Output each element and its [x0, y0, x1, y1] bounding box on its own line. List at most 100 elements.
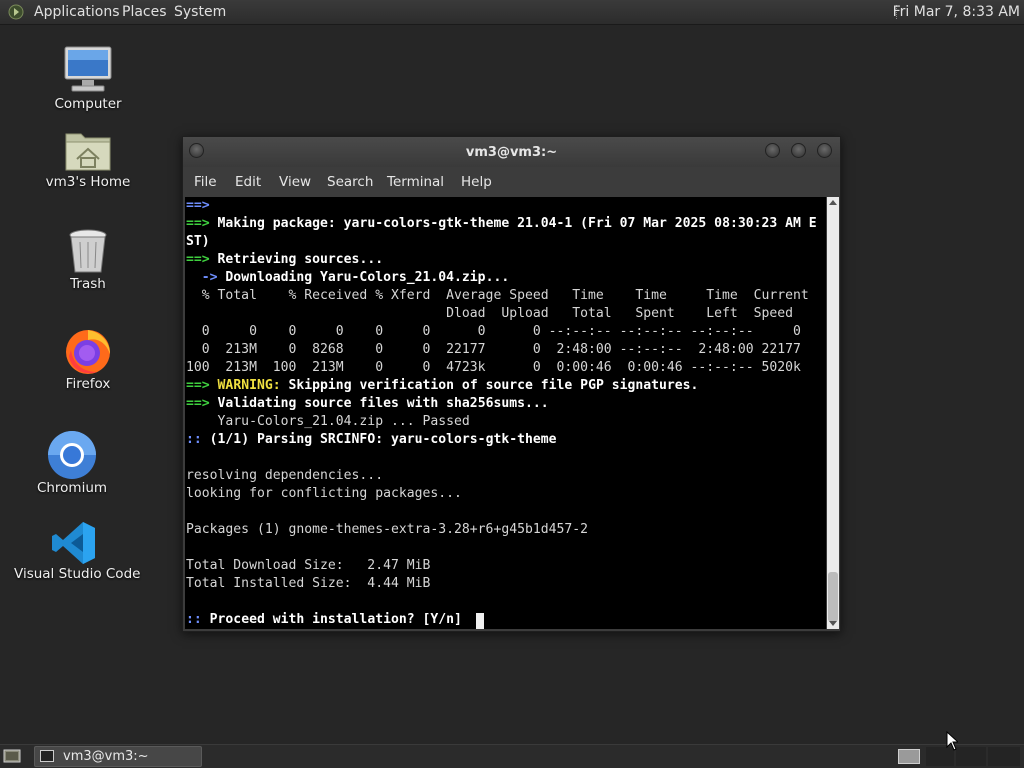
terminal-text: Packages (1) gnome-themes-extra-3.28+r6+…	[186, 522, 589, 537]
terminal-text: ==>	[186, 198, 210, 213]
vscode-icon	[52, 522, 95, 564]
terminal-line: ==>	[186, 197, 210, 215]
desktop-icon-vscode[interactable]: Visual Studio Code	[14, 520, 141, 582]
terminal-text: % Total % Received % Xferd Average Speed…	[186, 288, 809, 303]
taskbar-window-button[interactable]: vm3@vm3:~	[34, 746, 202, 767]
terminal-text: (1/1) Parsing SRCINFO: yaru-colors-gtk-t…	[209, 432, 557, 447]
terminal-line: 0 213M 0 8268 0 0 22177 0 2:48:00 --:--:…	[186, 341, 801, 359]
terminal-line: Packages (1) gnome-themes-extra-3.28+r6+…	[186, 521, 588, 539]
desktop-icon-label: Firefox	[65, 376, 111, 392]
terminal-line: :: (1/1) Parsing SRCINFO: yaru-colors-gt…	[186, 431, 557, 449]
desktop-icon-firefox[interactable]: Firefox	[48, 326, 128, 392]
terminal-line: ST)	[186, 233, 210, 251]
terminal-output[interactable]: ==> ==> Making package: yaru-colors-gtk-t…	[185, 197, 826, 629]
menu-applications[interactable]: Applications	[34, 4, 120, 20]
menu-help[interactable]: Help	[461, 174, 492, 190]
terminal-text: ->	[186, 270, 226, 285]
terminal-text: 100 213M 100 213M 0 0 4723k 0 0:00:46 0:…	[186, 360, 801, 375]
terminal-text: 0 0 0 0 0 0 0 0 --:--:-- --:--:-- --:--:…	[186, 324, 801, 339]
terminal-text: ST)	[186, 234, 210, 249]
menu-system[interactable]: System	[174, 4, 226, 20]
terminal-text: ::	[186, 432, 210, 447]
terminal-line: ==> Validating source files with sha256s…	[186, 395, 549, 413]
desktop-icon-trash[interactable]: Trash	[48, 228, 128, 292]
workspace-4[interactable]	[988, 747, 1020, 766]
terminal-text: Making package: yaru-colors-gtk-theme 21…	[217, 216, 817, 231]
desktop-icon-computer[interactable]: Computer	[48, 44, 128, 112]
applications-menu-icon[interactable]	[8, 4, 24, 20]
terminal-text: Total Download Size: 2.47 MiB	[186, 558, 431, 573]
terminal-line: Total Download Size: 2.47 MiB	[186, 557, 430, 575]
terminal-text: ==>	[186, 252, 218, 267]
terminal-line: :: Proceed with installation? [Y/n]	[186, 611, 470, 629]
terminal-menu-bar: File Edit View Search Terminal Help	[183, 167, 840, 195]
scroll-down-arrow-icon[interactable]	[829, 621, 837, 626]
terminal-text: Validating source files with sha256sums.…	[217, 396, 549, 411]
terminal-window[interactable]: vm3@vm3:~ File Edit View Search Terminal…	[182, 136, 841, 632]
terminal-icon	[40, 750, 54, 762]
text-cursor	[476, 613, 484, 629]
terminal-line: 0 0 0 0 0 0 0 0 --:--:-- --:--:-- --:--:…	[186, 323, 801, 341]
terminal-text: WARNING:	[217, 378, 281, 393]
terminal-scrollbar[interactable]	[827, 197, 839, 629]
desktop-icon-label: Computer	[54, 96, 122, 112]
desktop-icon-label: Trash	[70, 276, 106, 292]
menu-places[interactable]: Places	[122, 4, 167, 20]
terminal-line: Total Installed Size: 4.44 MiB	[186, 575, 430, 593]
mouse-pointer-icon	[946, 731, 958, 751]
terminal-text: Total Installed Size: 4.44 MiB	[186, 576, 431, 591]
terminal-text: looking for conflicting packages...	[186, 486, 462, 501]
scrollbar-thumb[interactable]	[828, 572, 838, 622]
desktop-icon-home[interactable]: vm3's Home	[38, 126, 138, 190]
chromium-icon	[48, 431, 96, 479]
terminal-text: 0 213M 0 8268 0 0 22177 0 2:48:00 --:--:…	[186, 342, 801, 357]
terminal-line: Yaru-Colors_21.04.zip ... Passed	[186, 413, 470, 431]
menu-search[interactable]: Search	[327, 174, 373, 190]
terminal-text: Proceed with installation? [Y/n]	[209, 612, 470, 627]
computer-icon	[64, 46, 112, 92]
minimize-button[interactable]	[765, 143, 780, 158]
close-button[interactable]	[817, 143, 832, 158]
top-panel: Applications Places System Fri Mar 7, 8:…	[0, 0, 1024, 25]
firefox-icon	[66, 330, 110, 374]
terminal-text: Skipping verification of source file PGP…	[280, 378, 699, 393]
trash-icon	[69, 229, 107, 273]
terminal-line: 100 213M 100 213M 0 0 4723k 0 0:00:46 0:…	[186, 359, 801, 377]
terminal-line: ==> Retrieving sources...	[186, 251, 383, 269]
menu-terminal[interactable]: Terminal	[387, 174, 444, 190]
terminal-line: Dload Upload Total Spent Left Speed	[186, 305, 793, 323]
desktop-icon-label: Visual Studio Code	[14, 566, 141, 582]
desktop-icon-label: vm3's Home	[45, 174, 131, 190]
desktop-icon-label: Chromium	[36, 480, 108, 496]
terminal-text: ==>	[186, 216, 218, 231]
scroll-up-arrow-icon[interactable]	[829, 200, 837, 205]
workspace-3[interactable]	[956, 747, 986, 766]
desktop-icon-chromium[interactable]: Chromium	[32, 430, 112, 496]
terminal-line: % Total % Received % Xferd Average Speed…	[186, 287, 809, 305]
maximize-button[interactable]	[791, 143, 806, 158]
menu-view[interactable]: View	[279, 174, 311, 190]
title-bar[interactable]: vm3@vm3:~	[183, 137, 840, 167]
menu-file[interactable]: File	[194, 174, 217, 190]
terminal-text: resolving dependencies...	[186, 468, 384, 483]
home-folder-icon	[65, 133, 111, 171]
taskbar-window-label: vm3@vm3:~	[63, 749, 149, 764]
terminal-text: ::	[186, 612, 210, 627]
terminal-text: Downloading Yaru-Colors_21.04.zip...	[225, 270, 510, 285]
terminal-text: ==>	[186, 378, 218, 393]
clock[interactable]: Fri Mar 7, 8:33 AM	[893, 4, 1020, 20]
terminal-text: ==>	[186, 396, 218, 411]
terminal-line: ==> WARNING: Skipping verification of so…	[186, 377, 698, 395]
bottom-panel: vm3@vm3:~	[0, 744, 1024, 768]
terminal-text: Dload Upload Total Spent Left Speed	[186, 306, 793, 321]
terminal-text: Retrieving sources...	[217, 252, 384, 267]
terminal-line: -> Downloading Yaru-Colors_21.04.zip...	[186, 269, 509, 287]
menu-edit[interactable]: Edit	[235, 174, 261, 190]
terminal-line: resolving dependencies...	[186, 467, 383, 485]
workspace-1[interactable]	[898, 749, 920, 764]
show-desktop-icon[interactable]	[3, 748, 21, 764]
terminal-text: Yaru-Colors_21.04.zip ... Passed	[186, 414, 470, 429]
window-title: vm3@vm3:~	[465, 145, 558, 160]
terminal-line: looking for conflicting packages...	[186, 485, 462, 503]
terminal-line: ==> Making package: yaru-colors-gtk-them…	[186, 215, 817, 233]
